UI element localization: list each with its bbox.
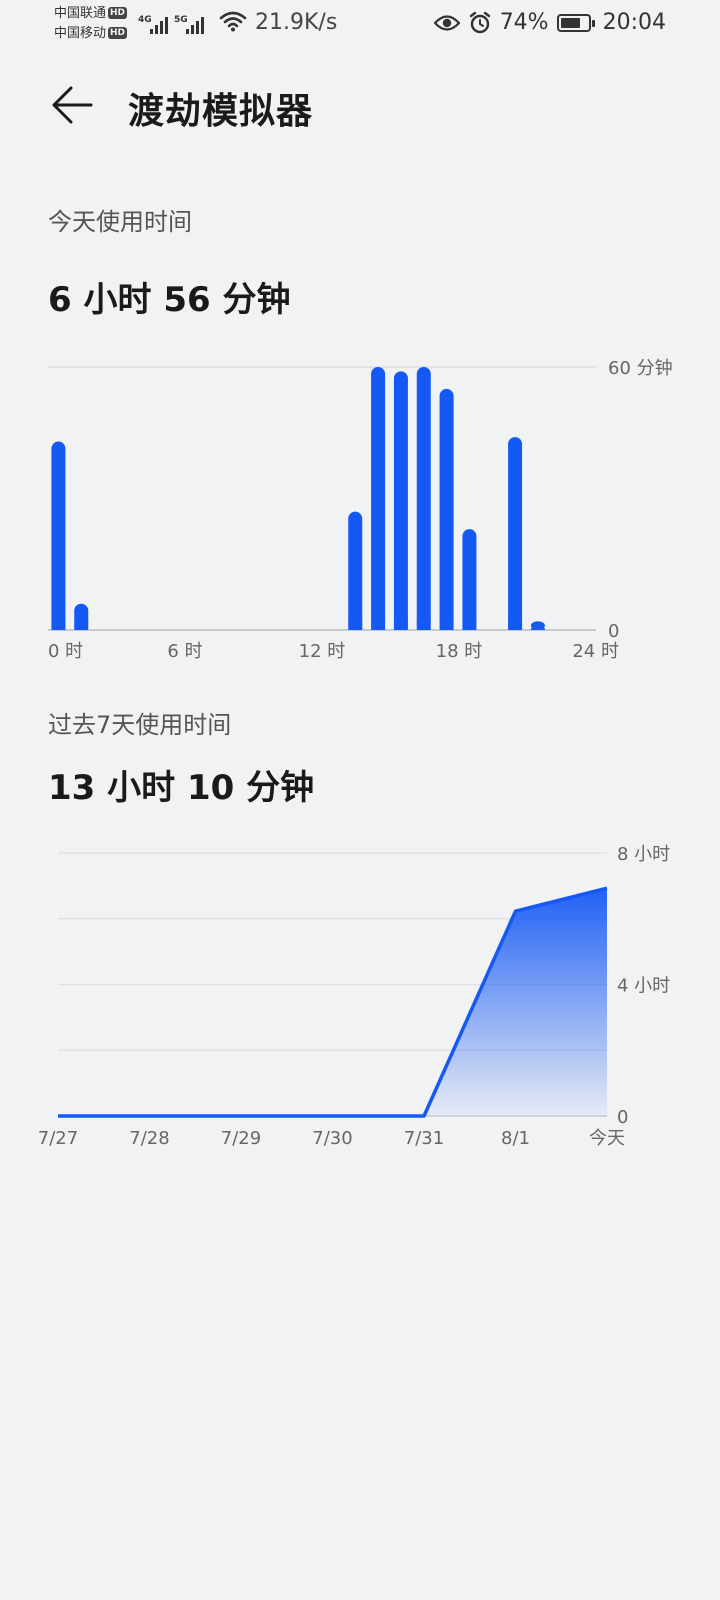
week-area-chart: 8 小时 4 小时 0 7/27 7/28 7/29 7/30 7/31 8/1 今天: [38, 844, 670, 1149]
status-bar: 中国联通 HD 中国移动 HD 4G 5G 21.9K/s 74% 20:04: [0, 0, 720, 48]
battery-percent: 74%: [499, 10, 549, 35]
bar: [371, 367, 386, 630]
bar-base: [74, 622, 89, 630]
x-tick-label: 7/31: [404, 1128, 444, 1149]
back-button[interactable]: [44, 80, 100, 130]
today-usage-label: 今天使用时间: [48, 208, 192, 236]
hd-badge: HD: [108, 7, 128, 19]
bar-base: [462, 622, 477, 630]
signal-icon: 5G: [174, 15, 204, 34]
x-tick-label: 12 时: [299, 641, 346, 662]
bar: [439, 388, 454, 630]
area-fill: [58, 888, 607, 1116]
clock: 20:04: [602, 10, 666, 35]
bar: [508, 437, 523, 630]
signal-tag-5g: 5G: [174, 15, 188, 25]
bar-base: [51, 622, 66, 630]
x-tick-label: 18 时: [436, 641, 483, 662]
alarm-icon: [469, 11, 490, 33]
net-speed: 21.9K/s: [255, 10, 338, 35]
x-tick-label: 24 时: [572, 641, 619, 662]
bar-base: [348, 622, 363, 630]
bar: [348, 511, 363, 630]
week-usage-value: 13 小时 10 分钟: [48, 768, 315, 808]
x-tick-label: 7/27: [38, 1128, 78, 1149]
signal-tag-4g: 4G: [138, 15, 152, 25]
hd-badge: HD: [108, 27, 128, 39]
carrier-1-label: 中国联通: [54, 6, 107, 21]
bar: [393, 371, 408, 630]
y-tick-label: 8 小时: [617, 844, 670, 865]
x-tick-label: 7/30: [312, 1128, 352, 1149]
x-tick-label: 8/1: [501, 1128, 530, 1149]
signal-icons: 4G 5G: [138, 12, 204, 34]
eye-icon: [433, 14, 460, 31]
x-tick-label: 6 时: [167, 641, 202, 662]
today-hourly-bar-chart: 60 分钟 0 0 时 6 时 12 时 18 时 24 时: [48, 358, 673, 662]
bar-base: [371, 622, 386, 630]
bar: [462, 529, 477, 630]
battery-fill: [560, 17, 580, 28]
y-tick-label: 4 小时: [617, 976, 670, 997]
carrier-info: 中国联通 HD 中国移动 HD: [54, 4, 128, 44]
app-header: 渡劫模拟器: [0, 70, 720, 140]
page-title: 渡劫模拟器: [128, 91, 314, 132]
bar-base: [439, 622, 454, 630]
status-right-group: 74% 20:04: [433, 10, 666, 35]
wifi-icon: [219, 11, 247, 32]
bar: [416, 367, 431, 630]
bar-base: [508, 622, 523, 630]
y-tick-label: 0: [608, 621, 619, 642]
today-usage-value: 6 小时 56 分钟: [48, 280, 291, 320]
y-tick-label: 0: [617, 1107, 628, 1128]
bar-base: [530, 628, 545, 630]
bar: [51, 441, 66, 630]
x-tick-label: 7/29: [221, 1128, 261, 1149]
bar-base: [416, 622, 431, 630]
week-usage-label: 过去7天使用时间: [48, 711, 232, 739]
x-tick-label: 7/28: [129, 1128, 169, 1149]
x-tick-label: 今天: [589, 1128, 625, 1149]
bar-base: [393, 622, 408, 630]
carrier-2-label: 中国移动: [54, 26, 107, 41]
y-tick-label: 60 分钟: [608, 358, 673, 379]
signal-icon: 4G: [138, 15, 168, 34]
battery-icon: [556, 13, 595, 32]
x-tick-label: 0 时: [48, 641, 83, 662]
arrow-left-icon: [52, 86, 93, 124]
